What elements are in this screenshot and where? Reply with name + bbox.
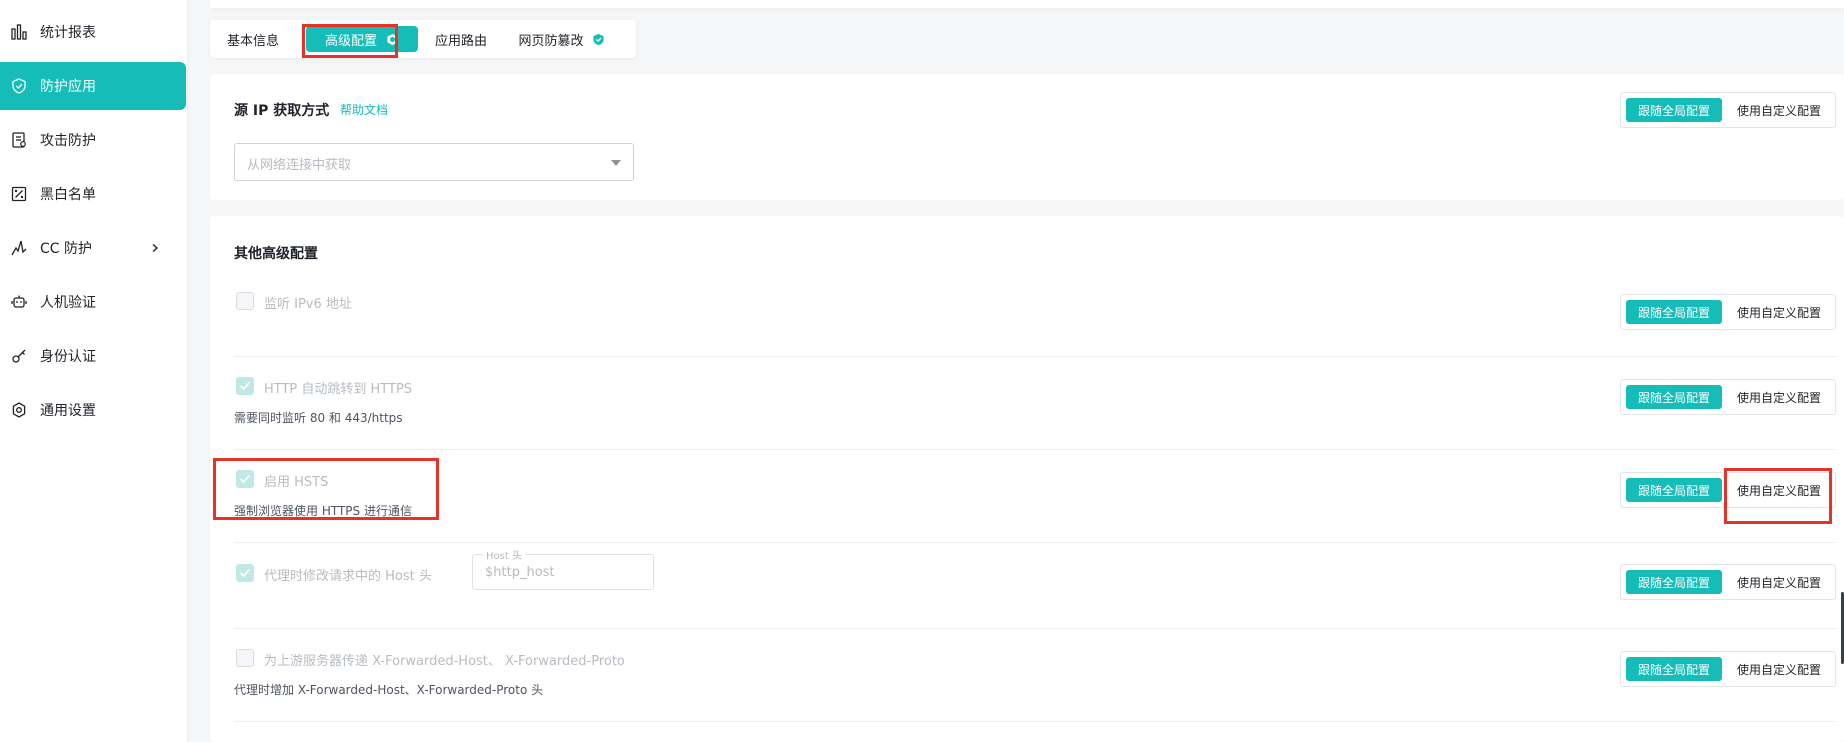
x-forwarded-config-toggle: 跟随全局配置 使用自定义配置 bbox=[1620, 651, 1836, 687]
use-custom-button[interactable]: 使用自定义配置 bbox=[1725, 385, 1833, 409]
config-mode-toggle: 跟随全局配置 使用自定义配置 bbox=[1620, 92, 1836, 128]
sidebar-item-captcha[interactable]: 人机验证 bbox=[0, 278, 186, 326]
sidebar-item-label: 统计报表 bbox=[40, 25, 96, 41]
sidebar-item-label: 黑白名单 bbox=[40, 187, 96, 203]
sidebar-item-protected-apps[interactable]: 防护应用 bbox=[0, 62, 186, 110]
ipv6-checkbox[interactable] bbox=[236, 292, 254, 310]
x-forwarded-checkbox[interactable] bbox=[236, 649, 254, 667]
row-divider bbox=[234, 628, 1836, 629]
check-icon bbox=[239, 474, 251, 484]
shield-icon bbox=[10, 77, 28, 95]
robot-icon bbox=[10, 293, 28, 311]
use-custom-button[interactable]: 使用自定义配置 bbox=[1725, 478, 1833, 502]
tab-advanced-config[interactable]: 高级配置 bbox=[306, 26, 418, 52]
sidebar-item-general-settings[interactable]: 通用设置 bbox=[0, 386, 186, 434]
https-redirect-label: HTTP 自动跳转到 HTTPS bbox=[264, 382, 413, 397]
shield-badge-icon bbox=[592, 32, 606, 46]
ipv6-config-toggle: 跟随全局配置 使用自定义配置 bbox=[1620, 294, 1836, 330]
cube-badge-icon bbox=[385, 32, 399, 46]
host-header-input-legend: Host 头 bbox=[483, 547, 525, 562]
host-header-input[interactable]: Host 头 $http_host bbox=[472, 547, 654, 590]
source-ip-card: 源 IP 获取方式 帮助文档 从网络连接中获取 跟随全局配置 使用自定义配置 bbox=[210, 74, 1844, 200]
sidebar-item-label: CC 防护 bbox=[40, 241, 93, 257]
source-ip-select[interactable]: 从网络连接中获取 bbox=[234, 143, 634, 181]
check-icon bbox=[239, 568, 251, 578]
sidebar-item-attack-protection[interactable]: 攻击防护 bbox=[0, 116, 186, 164]
https-redirect-checkbox[interactable] bbox=[236, 377, 254, 395]
row-divider bbox=[234, 356, 1836, 357]
use-custom-button[interactable]: 使用自定义配置 bbox=[1725, 98, 1833, 122]
hsts-config-toggle: 跟随全局配置 使用自定义配置 bbox=[1620, 472, 1836, 508]
other-advanced-title: 其他高级配置 bbox=[234, 246, 318, 262]
sidebar-item-cc-protection[interactable]: CC 防护 bbox=[0, 224, 186, 272]
tab-bar: 基本信息 高级配置 应用路由 网页防篡改 bbox=[210, 20, 636, 58]
tab-app-routing[interactable]: 应用路由 bbox=[430, 26, 492, 52]
document-icon bbox=[10, 131, 28, 149]
chart-spike-icon bbox=[10, 239, 28, 257]
hsts-desc: 强制浏览器使用 HTTPS 进行通信 bbox=[234, 504, 412, 518]
host-header-checkbox[interactable] bbox=[236, 564, 254, 582]
sidebar-item-label: 防护应用 bbox=[40, 79, 96, 95]
follow-global-button[interactable]: 跟随全局配置 bbox=[1626, 385, 1722, 409]
follow-global-button[interactable]: 跟随全局配置 bbox=[1626, 478, 1722, 502]
x-forwarded-label: 为上游服务器传递 X-Forwarded-Host、 X-Forwarded-P… bbox=[264, 654, 625, 669]
ipv6-label: 监听 IPv6 地址 bbox=[264, 297, 352, 312]
sidebar-item-label: 人机验证 bbox=[40, 295, 96, 311]
host-header-label: 代理时修改请求中的 Host 头 bbox=[264, 569, 432, 584]
help-doc-link[interactable]: 帮助文档 bbox=[340, 101, 388, 118]
follow-global-button[interactable]: 跟随全局配置 bbox=[1626, 98, 1722, 122]
bar-chart-icon bbox=[10, 23, 28, 41]
sidebar-item-stats[interactable]: 统计报表 bbox=[0, 8, 186, 56]
row-divider bbox=[234, 721, 1836, 722]
sidebar-item-label: 攻击防护 bbox=[40, 133, 96, 149]
use-custom-button[interactable]: 使用自定义配置 bbox=[1725, 300, 1833, 324]
tab-basic-info[interactable]: 基本信息 bbox=[222, 26, 284, 52]
sidebar-item-identity-auth[interactable]: 身份认证 bbox=[0, 332, 186, 380]
row-divider bbox=[234, 542, 1836, 543]
list-percent-icon bbox=[10, 185, 28, 203]
https-redirect-config-toggle: 跟随全局配置 使用自定义配置 bbox=[1620, 379, 1836, 415]
x-forwarded-desc: 代理时增加 X-Forwarded-Host、X-Forwarded-Proto… bbox=[234, 683, 544, 697]
check-icon bbox=[239, 381, 251, 391]
sidebar-item-label: 身份认证 bbox=[40, 349, 96, 365]
gear-icon bbox=[10, 401, 28, 419]
caret-down-icon bbox=[611, 160, 621, 166]
use-custom-button[interactable]: 使用自定义配置 bbox=[1725, 570, 1833, 594]
row-divider bbox=[234, 449, 1836, 450]
source-ip-select-value: 从网络连接中获取 bbox=[247, 158, 352, 173]
follow-global-button[interactable]: 跟随全局配置 bbox=[1626, 657, 1722, 681]
other-advanced-card: 其他高级配置 监听 IPv6 地址 跟随全局配置 使用自定义配置 HTTP 自动… bbox=[210, 216, 1844, 742]
follow-global-button[interactable]: 跟随全局配置 bbox=[1626, 300, 1722, 324]
sidebar: 统计报表 防护应用 攻击防护 黑白名单 CC 防护 人机验证 身份认证 通用设置 bbox=[0, 0, 188, 742]
key-icon bbox=[10, 347, 28, 365]
hsts-label: 启用 HSTS bbox=[264, 475, 329, 490]
https-redirect-desc: 需要同时监听 80 和 443/https bbox=[234, 411, 403, 425]
follow-global-button[interactable]: 跟随全局配置 bbox=[1626, 570, 1722, 594]
sidebar-item-label: 通用设置 bbox=[40, 403, 96, 419]
source-ip-title: 源 IP 获取方式 bbox=[234, 103, 330, 119]
host-header-input-value: $http_host bbox=[485, 565, 555, 580]
tab-web-tamper-protection[interactable]: 网页防篡改 bbox=[510, 26, 614, 52]
top-strip bbox=[210, 0, 1844, 8]
host-header-config-toggle: 跟随全局配置 使用自定义配置 bbox=[1620, 564, 1836, 600]
chevron-right-icon[interactable] bbox=[146, 239, 164, 257]
sidebar-item-black-white-list[interactable]: 黑白名单 bbox=[0, 170, 186, 218]
hsts-checkbox[interactable] bbox=[236, 470, 254, 488]
use-custom-button[interactable]: 使用自定义配置 bbox=[1725, 657, 1833, 681]
